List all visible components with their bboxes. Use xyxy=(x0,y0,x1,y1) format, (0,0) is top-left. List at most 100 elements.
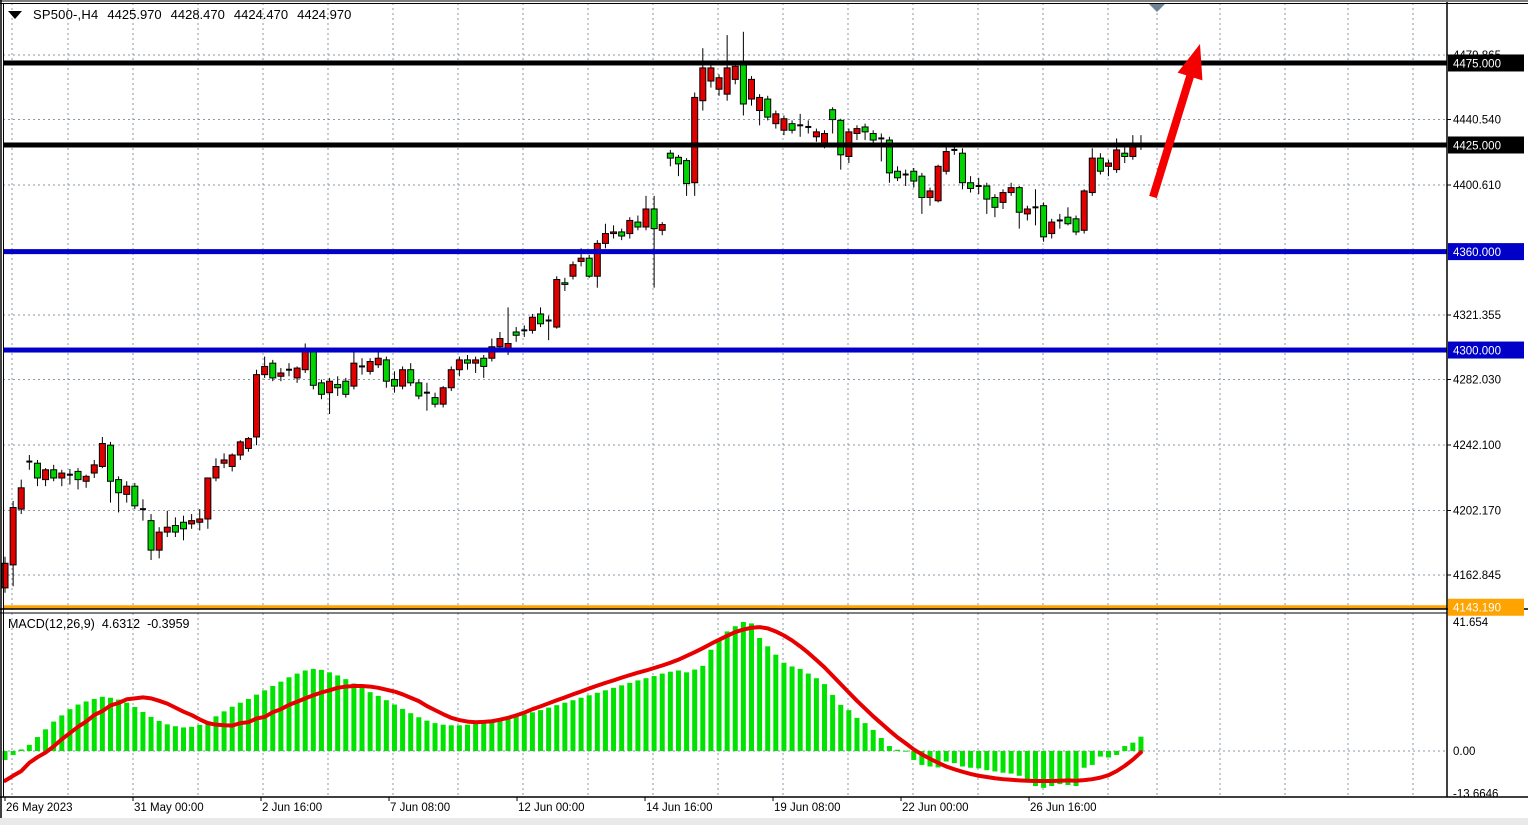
candle-body xyxy=(10,507,16,564)
macd-bar xyxy=(238,703,243,751)
macd-bar xyxy=(230,707,235,751)
ohlc-close: 4424.970 xyxy=(297,7,351,22)
candle-body xyxy=(732,66,738,79)
candle-doji xyxy=(359,365,365,367)
candle-body xyxy=(172,526,178,533)
candle-body xyxy=(205,478,211,519)
macd-bar xyxy=(11,751,16,755)
candle-doji xyxy=(140,508,146,510)
macd-bar xyxy=(303,670,308,751)
candle-body xyxy=(343,381,349,394)
candle-body xyxy=(643,209,649,227)
macd-scale-label: 41.654 xyxy=(1453,617,1489,629)
candle-body xyxy=(959,153,965,183)
hline-level-4425[interactable] xyxy=(3,142,1447,147)
price-label: 4162.845 xyxy=(1453,570,1501,582)
macd-bar xyxy=(1017,751,1022,776)
macd-bar xyxy=(968,751,973,768)
macd-bar xyxy=(205,721,210,751)
macd-bar xyxy=(522,714,527,751)
candle-doji xyxy=(797,124,803,126)
candle-body xyxy=(245,439,251,449)
candle-body xyxy=(968,183,974,189)
hline-resistance-4475[interactable] xyxy=(3,60,1447,65)
time-label: 19 Jun 08:00 xyxy=(774,802,841,814)
candle-body xyxy=(675,157,681,164)
candle-body xyxy=(813,132,819,137)
macd-bar xyxy=(481,723,486,751)
candle-body xyxy=(1114,150,1120,170)
price-badge-label: 4143.190 xyxy=(1453,603,1501,615)
candle-body xyxy=(667,153,673,158)
candle-body xyxy=(473,360,479,363)
candle-body xyxy=(911,171,917,181)
chart-background xyxy=(0,0,1528,825)
time-label: 31 May 00:00 xyxy=(134,802,204,814)
candle-body xyxy=(59,473,65,478)
candle-body xyxy=(229,455,235,466)
macd-bar xyxy=(879,738,884,751)
candle-body xyxy=(773,114,779,124)
candle-body xyxy=(562,283,568,285)
macd-bar xyxy=(854,718,859,751)
time-label: 2 Jun 16:00 xyxy=(262,802,322,814)
candle-body xyxy=(18,488,24,509)
chart-canvas[interactable]: 4479.8654440.5404400.6104321.3554282.030… xyxy=(0,0,1528,825)
macd-bar xyxy=(157,721,162,751)
macd-bar xyxy=(1001,751,1006,773)
candle-body xyxy=(107,445,113,481)
macd-bar xyxy=(554,705,559,751)
symbol-dropdown-icon[interactable] xyxy=(8,11,22,19)
macd-bar xyxy=(165,724,170,751)
time-label: 7 Jun 08:00 xyxy=(390,802,450,814)
candle-body xyxy=(602,234,608,244)
macd-bar xyxy=(595,693,600,751)
candle-body xyxy=(197,519,203,522)
hline-support-4360[interactable] xyxy=(3,249,1447,254)
macd-bar xyxy=(278,682,283,751)
candle-body xyxy=(75,471,81,479)
macd-bar xyxy=(806,674,811,751)
candle-body xyxy=(919,176,925,197)
candle-body xyxy=(294,368,300,378)
macd-bar xyxy=(1114,751,1119,755)
macd-bar xyxy=(295,674,300,751)
macd-bar xyxy=(773,655,778,751)
macd-bar xyxy=(976,751,981,768)
candle-body xyxy=(432,398,438,405)
candle-body xyxy=(310,352,316,386)
candle-body xyxy=(1008,188,1014,193)
candle-body xyxy=(830,110,836,120)
time-label: 26 Jun 16:00 xyxy=(1030,802,1097,814)
candle-body xyxy=(156,532,162,550)
candle-body xyxy=(789,124,795,131)
candle-body xyxy=(383,360,389,381)
bottom-strip xyxy=(0,818,1528,825)
macd-bar xyxy=(1009,751,1014,774)
macd-bar xyxy=(627,683,632,751)
candle-body xyxy=(724,68,730,94)
macd-bar xyxy=(19,749,24,751)
macd-bar xyxy=(992,751,997,771)
price-label: 4321.355 xyxy=(1453,310,1501,322)
macd-indicator-label: MACD(12,26,9) 4.6312 -0.3959 xyxy=(8,617,189,631)
ohlc-low: 4424.470 xyxy=(234,7,288,22)
candle-body xyxy=(302,352,308,370)
macd-bar xyxy=(360,688,365,751)
candle-body xyxy=(448,370,454,388)
macd-bar xyxy=(222,711,227,751)
candle-body xyxy=(51,470,57,478)
macd-bar xyxy=(392,705,397,751)
candle-body xyxy=(862,127,868,132)
price-label: 4202.170 xyxy=(1453,506,1501,518)
macd-bar xyxy=(830,695,835,751)
hline-support-4300[interactable] xyxy=(3,348,1447,353)
macd-bar xyxy=(149,717,154,751)
time-label: 12 Jun 00:00 xyxy=(518,802,585,814)
candle-body xyxy=(692,97,698,182)
macd-bar xyxy=(725,631,730,751)
macd-main-value: 4.6312 xyxy=(102,617,140,631)
macd-bar xyxy=(1025,751,1030,780)
macd-bar xyxy=(1122,746,1127,751)
macd-bar xyxy=(27,745,32,751)
